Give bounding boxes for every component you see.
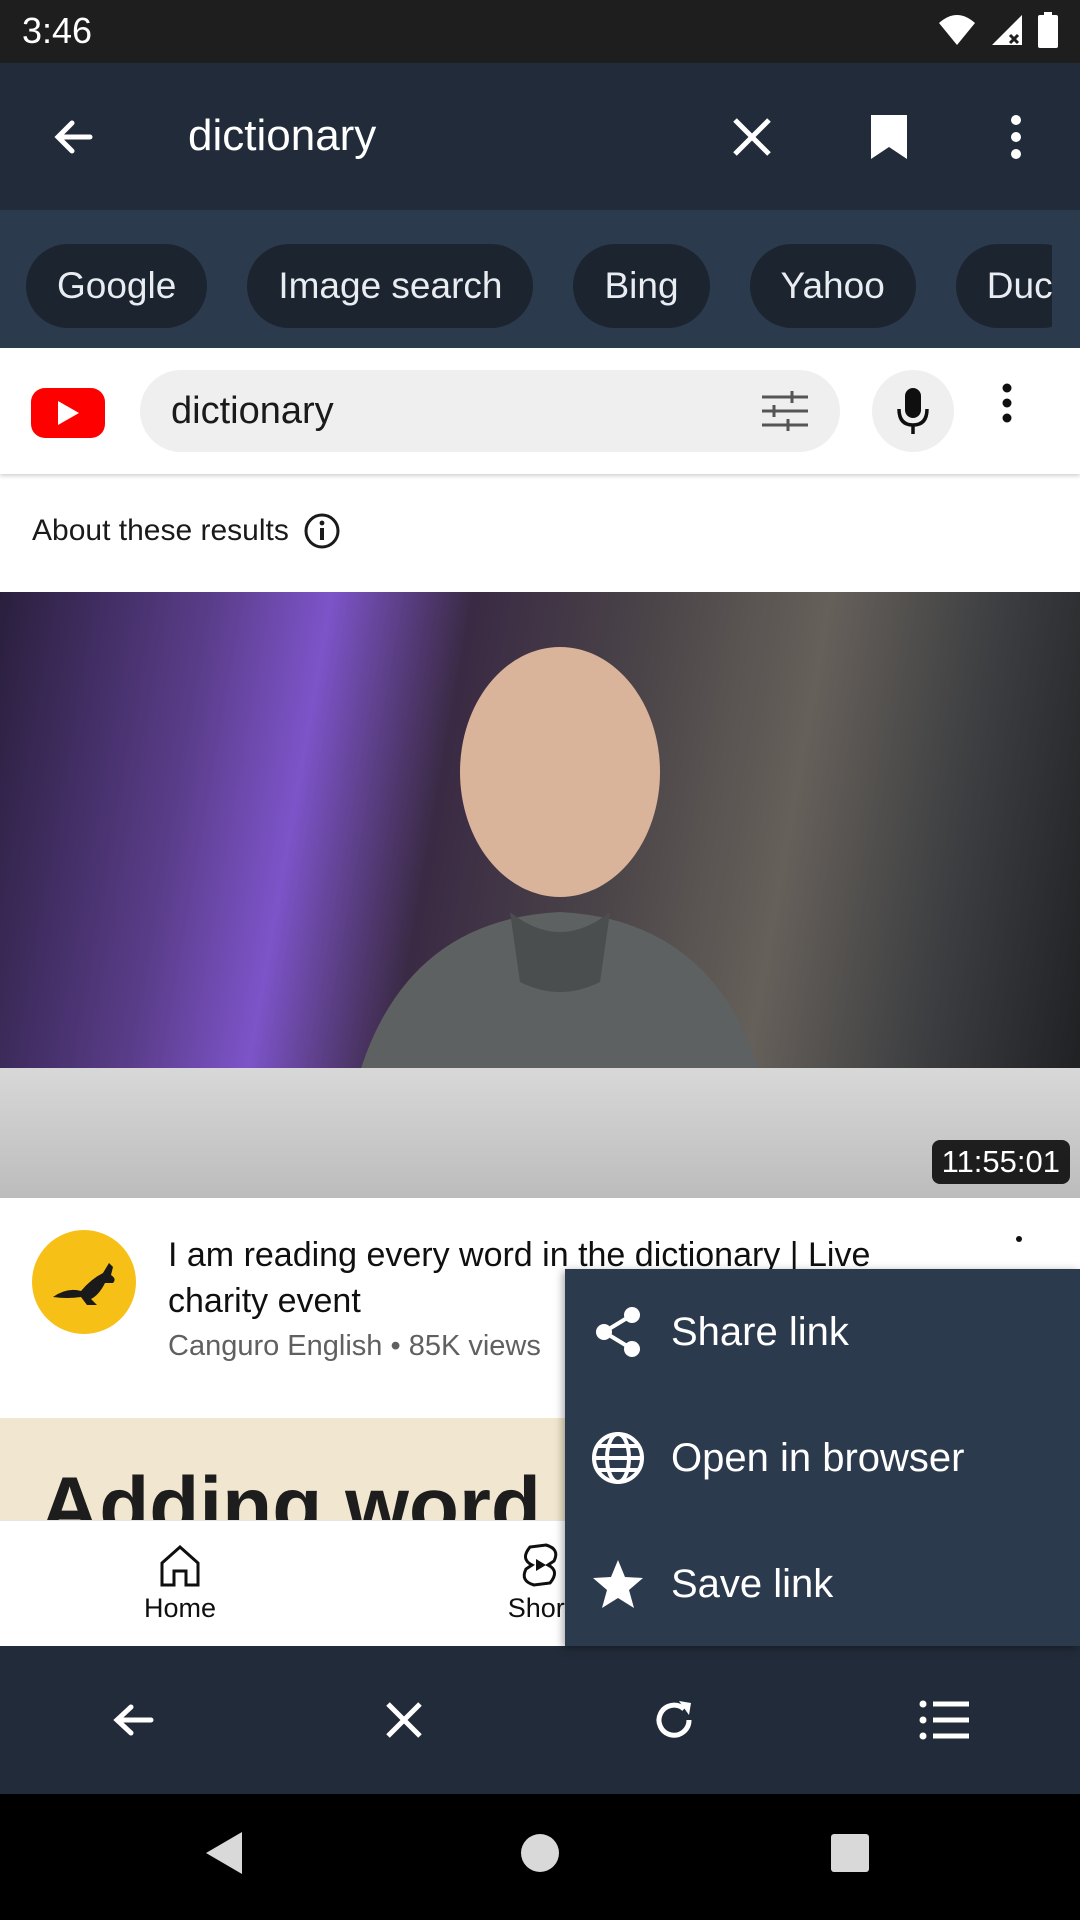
close-icon bbox=[386, 1702, 422, 1738]
system-nav-bar bbox=[0, 1794, 1080, 1920]
search-engine-bar: Google Image search Bing Yahoo Duc bbox=[0, 210, 1080, 348]
arrow-back-icon bbox=[113, 1704, 154, 1736]
search-filter-button[interactable] bbox=[760, 389, 810, 438]
star-icon bbox=[591, 1557, 645, 1611]
youtube-search-input[interactable]: dictionary bbox=[171, 390, 334, 433]
app-toolbar: dictionary bbox=[0, 63, 1080, 210]
close-icon bbox=[733, 118, 771, 156]
list-icon bbox=[919, 1700, 969, 1740]
close-page-button[interactable] bbox=[370, 1686, 438, 1754]
youtube-header: dictionary bbox=[0, 348, 1080, 474]
view-count: 85K views bbox=[408, 1330, 541, 1362]
browser-nav-toolbar bbox=[0, 1646, 1080, 1794]
engine-chips: Google Image search Bing Yahoo Duc bbox=[26, 244, 1080, 328]
menu-item-share-link-label: Share link bbox=[671, 1309, 849, 1354]
youtube-logo[interactable] bbox=[31, 388, 105, 438]
channel-avatar[interactable] bbox=[32, 1230, 136, 1334]
shorts-icon bbox=[522, 1543, 558, 1587]
menu-item-open-in-browser-label: Open in browser bbox=[671, 1435, 965, 1480]
status-time: 3:46 bbox=[22, 10, 93, 51]
meta-separator: • bbox=[390, 1330, 409, 1362]
cell-signal-icon bbox=[992, 15, 1022, 45]
more-vert-icon bbox=[1011, 115, 1021, 159]
video-more-button[interactable] bbox=[1016, 1236, 1022, 1242]
wifi-icon bbox=[939, 15, 975, 45]
about-results-label: About these results bbox=[32, 514, 289, 547]
nav-back-icon[interactable] bbox=[204, 1830, 244, 1876]
about-results[interactable]: About these results bbox=[32, 512, 341, 550]
engine-chip-yahoo[interactable]: Yahoo bbox=[749, 244, 916, 328]
nav-tab-home-label: Home bbox=[143, 1593, 217, 1623]
tune-icon bbox=[762, 391, 808, 431]
status-icons bbox=[938, 12, 1058, 48]
kangaroo-icon bbox=[53, 1263, 115, 1305]
channel-name[interactable]: Canguro English bbox=[168, 1330, 382, 1362]
engine-chip-google[interactable]: Google bbox=[26, 244, 208, 328]
play-icon bbox=[58, 401, 79, 425]
mic-icon bbox=[897, 388, 929, 434]
reload-button[interactable] bbox=[640, 1686, 708, 1754]
more-vert-icon bbox=[1002, 383, 1012, 423]
menu-item-save-link-label: Save link bbox=[671, 1561, 834, 1606]
bookmark-icon bbox=[871, 115, 907, 159]
bookmark-button[interactable] bbox=[855, 103, 923, 171]
nav-tab-home[interactable]: Home bbox=[100, 1541, 260, 1624]
link-context-menu: Share link Open in browser Save link bbox=[565, 1269, 1080, 1646]
engine-chip-bing[interactable]: Bing bbox=[573, 244, 710, 328]
video-duration: 11:55:01 bbox=[931, 1140, 1070, 1184]
menu-item-save-link[interactable]: Save link bbox=[565, 1521, 1080, 1647]
youtube-more-button[interactable] bbox=[1000, 380, 1014, 431]
nav-recents-icon[interactable] bbox=[830, 1830, 870, 1876]
info-icon bbox=[304, 513, 340, 549]
refresh-icon bbox=[656, 1701, 692, 1738]
back-button[interactable] bbox=[40, 103, 108, 171]
battery-icon bbox=[1038, 12, 1058, 48]
clear-query-button[interactable] bbox=[718, 103, 786, 171]
table-surface bbox=[0, 1068, 1080, 1198]
overflow-menu-button[interactable] bbox=[982, 103, 1050, 171]
tabs-list-button[interactable] bbox=[910, 1686, 978, 1754]
status-bar: 3:46 bbox=[0, 0, 1080, 63]
menu-item-share-link[interactable]: Share link bbox=[565, 1269, 1080, 1395]
nav-home-icon[interactable] bbox=[520, 1830, 560, 1876]
globe-icon bbox=[591, 1431, 645, 1485]
engine-chip-image-search[interactable]: Image search bbox=[247, 244, 534, 328]
share-icon bbox=[591, 1305, 645, 1359]
arrow-back-icon bbox=[54, 120, 93, 154]
chip-edge bbox=[1052, 210, 1080, 348]
video-thumbnail[interactable]: 11:55:01 bbox=[0, 592, 1080, 1198]
youtube-search-box[interactable]: dictionary bbox=[140, 370, 840, 452]
voice-search-button[interactable] bbox=[872, 370, 954, 452]
nav-tab-shorts-label: Short bbox=[507, 1593, 573, 1623]
video-meta: Canguro English • 85K views bbox=[168, 1330, 541, 1363]
page-back-button[interactable] bbox=[100, 1686, 168, 1754]
menu-item-open-in-browser[interactable]: Open in browser bbox=[565, 1395, 1080, 1521]
query-text[interactable]: dictionary bbox=[188, 111, 376, 161]
home-icon bbox=[160, 1544, 200, 1587]
